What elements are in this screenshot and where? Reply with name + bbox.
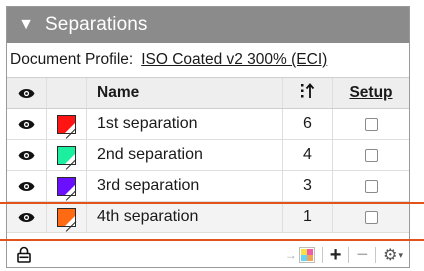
panel-title-bar[interactable]: ▼ Separations — [7, 7, 409, 43]
separation-order: 3 — [283, 171, 333, 201]
separation-order: 1 — [283, 202, 333, 232]
setup-cell — [333, 171, 409, 201]
header-visibility[interactable] — [7, 78, 47, 108]
setup-checkbox[interactable] — [364, 117, 378, 131]
color-palette-icon — [298, 247, 315, 263]
color-cell — [47, 140, 87, 170]
eye-icon — [18, 212, 35, 223]
separation-name[interactable]: 4th separation — [87, 202, 283, 232]
setup-checkbox[interactable] — [364, 179, 378, 193]
table-row[interactable]: 1st separation 6 — [7, 109, 409, 140]
table-row[interactable]: 4th separation 1 — [7, 202, 409, 233]
separation-order: 6 — [283, 109, 333, 139]
sort-order-icon — [300, 82, 316, 104]
toolbar-actions: → + − ⚙ ▾ — [284, 241, 403, 267]
separation-name[interactable]: 1st separation — [87, 109, 283, 139]
separations-table: Name Setup 1st separation 6 2nd separati… — [7, 77, 409, 233]
setup-cell — [333, 140, 409, 170]
chevron-down-icon: ▾ — [398, 249, 403, 260]
table-row[interactable]: 3rd separation 3 — [7, 171, 409, 202]
panel-title: Separations — [45, 14, 148, 35]
header-name[interactable]: Name — [87, 78, 283, 108]
visibility-toggle[interactable] — [7, 140, 47, 170]
collapse-triangle-icon[interactable]: ▼ — [7, 16, 45, 34]
header-color — [47, 78, 87, 108]
setup-checkbox[interactable] — [364, 148, 378, 162]
color-swatch[interactable] — [57, 207, 77, 232]
color-swatch[interactable] — [57, 176, 77, 201]
color-cell — [47, 109, 87, 139]
toolbar-separator — [321, 247, 323, 263]
separation-name[interactable]: 2nd separation — [87, 140, 283, 170]
visibility-toggle[interactable] — [7, 171, 47, 201]
header-order[interactable] — [283, 78, 333, 108]
separation-order: 4 — [283, 140, 333, 170]
color-swatch[interactable] — [57, 145, 77, 170]
arrow-right-icon: → — [284, 248, 297, 262]
toolbar-separator — [375, 247, 377, 263]
visibility-toggle[interactable] — [7, 202, 47, 232]
panel-toolbar: → + − ⚙ ▾ — [7, 241, 409, 267]
visibility-toggle[interactable] — [7, 109, 47, 139]
color-swatch[interactable] — [57, 114, 77, 139]
setup-cell — [333, 109, 409, 139]
eye-icon — [18, 181, 35, 192]
setup-checkbox[interactable] — [364, 210, 378, 224]
separation-name[interactable]: 3rd separation — [87, 171, 283, 201]
document-profile-row: Document Profile: ISO Coated v2 300% (EC… — [7, 43, 409, 77]
color-cell — [47, 202, 87, 232]
color-palette-button[interactable] — [298, 247, 315, 263]
gear-icon: ⚙ — [383, 247, 398, 264]
settings-menu-button[interactable]: ⚙ ▾ — [383, 245, 403, 265]
table-row[interactable]: 2nd separation 4 — [7, 140, 409, 171]
header-setup[interactable]: Setup — [333, 78, 409, 108]
setup-cell — [333, 202, 409, 232]
eye-icon — [18, 119, 35, 130]
separations-panel: ▼ Separations Document Profile: ISO Coat… — [6, 6, 410, 268]
document-profile-label: Document Profile: — [10, 51, 134, 68]
eye-icon — [18, 88, 35, 99]
table-header-row: Name Setup — [7, 77, 409, 109]
toolbar-separator — [348, 247, 350, 263]
remove-separation-button[interactable]: − — [356, 245, 368, 265]
lock-icon[interactable] — [17, 246, 31, 267]
color-cell — [47, 171, 87, 201]
eye-icon — [18, 150, 35, 161]
add-separation-button[interactable]: + — [330, 245, 342, 265]
document-profile-link[interactable]: ISO Coated v2 300% (ECI) — [141, 51, 327, 69]
